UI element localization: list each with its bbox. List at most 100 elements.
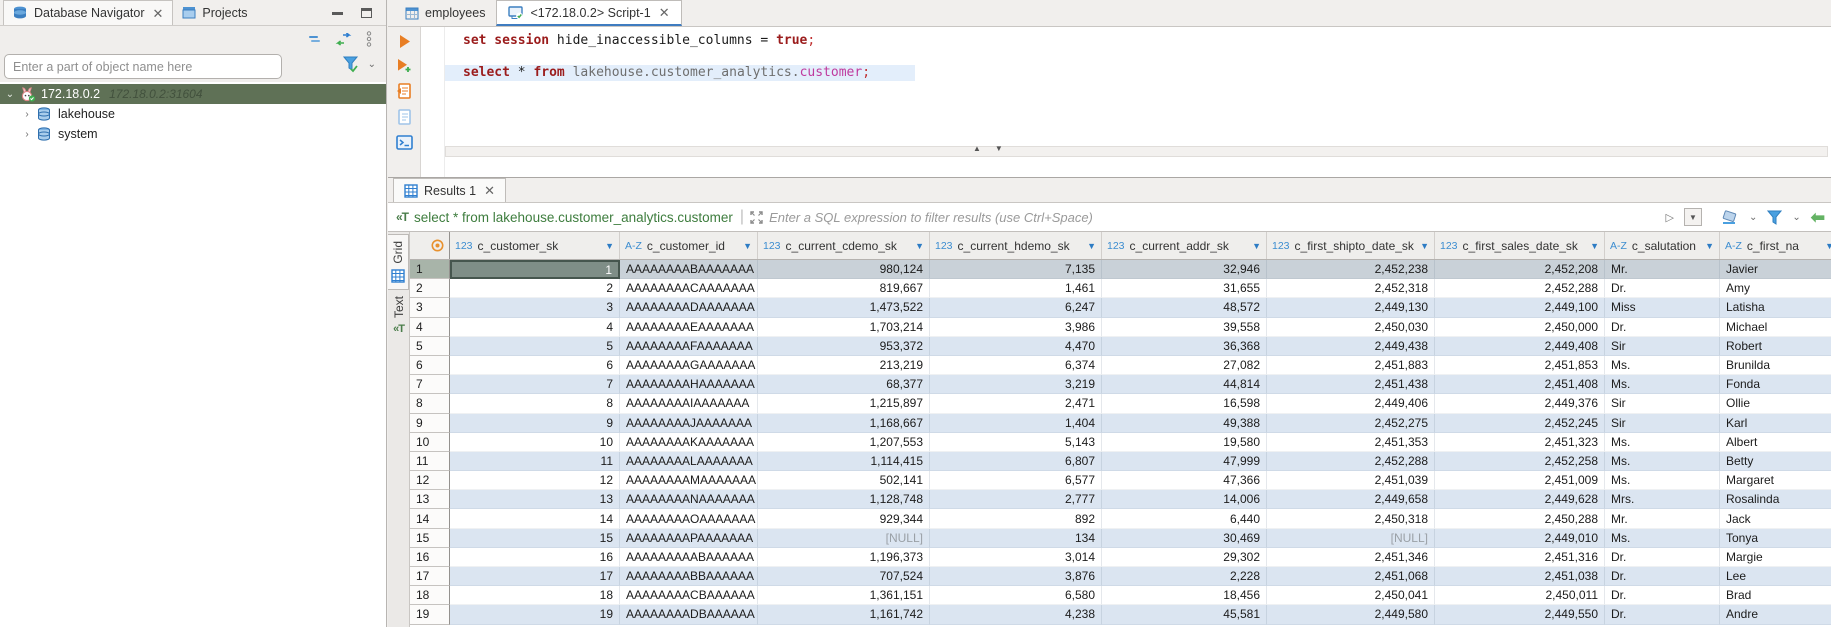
cell-c_customer_id[interactable]: AAAAAAAAGAAAAAAA bbox=[620, 356, 758, 375]
cell-c_customer_sk[interactable]: 13 bbox=[450, 490, 620, 509]
cell-c_customer_sk[interactable]: 14 bbox=[450, 509, 620, 528]
cell-c_first_sales_date_sk[interactable]: 2,451,853 bbox=[1435, 356, 1605, 375]
object-filter-input[interactable] bbox=[4, 54, 282, 79]
cell-c_first_shipto_date_sk[interactable]: 2,452,275 bbox=[1267, 414, 1435, 433]
sql-line[interactable]: select * from lakehouse.customer_analyti… bbox=[445, 65, 915, 81]
cell-c_customer_id[interactable]: AAAAAAAAPAAAAAAA bbox=[620, 529, 758, 548]
cell-c_first_na[interactable]: Albert bbox=[1720, 433, 1831, 452]
sql-code[interactable]: set session hide_inaccessible_columns = … bbox=[445, 33, 1831, 81]
cell-c_first_shipto_date_sk[interactable]: 2,451,883 bbox=[1267, 356, 1435, 375]
sql-line[interactable] bbox=[445, 49, 1831, 65]
cell-c_current_cdemo_sk[interactable]: 1,215,897 bbox=[758, 394, 930, 413]
sql-line[interactable]: set session hide_inaccessible_columns = … bbox=[445, 33, 1831, 49]
cell-c_customer_sk[interactable]: 18 bbox=[450, 586, 620, 605]
row-number[interactable]: 9 bbox=[410, 414, 450, 433]
cell-c_salutation[interactable]: Mrs. bbox=[1605, 490, 1720, 509]
cell-c_current_addr_sk[interactable]: 31,655 bbox=[1102, 279, 1267, 298]
cell-c_current_cdemo_sk[interactable]: 68,377 bbox=[758, 375, 930, 394]
cell-c_customer_id[interactable]: AAAAAAAALAAAAAAA bbox=[620, 452, 758, 471]
cell-c_current_addr_sk[interactable]: 39,558 bbox=[1102, 318, 1267, 337]
cell-c_customer_id[interactable]: AAAAAAAAFAAAAAAA bbox=[620, 337, 758, 356]
sash-up-icon[interactable]: ▲ bbox=[973, 144, 981, 153]
cell-c_salutation[interactable]: Dr. bbox=[1605, 567, 1720, 586]
cell-c_current_hdemo_sk[interactable]: 4,470 bbox=[930, 337, 1102, 356]
cell-c_customer_sk[interactable]: 3 bbox=[450, 298, 620, 317]
cell-c_current_cdemo_sk[interactable]: 819,667 bbox=[758, 279, 930, 298]
cell-c_first_shipto_date_sk[interactable]: 2,452,318 bbox=[1267, 279, 1435, 298]
execute-statement-icon[interactable] bbox=[397, 34, 412, 49]
sql-console-icon[interactable] bbox=[396, 135, 413, 150]
cell-c_customer_id[interactable]: AAAAAAAAMAAAAAAA bbox=[620, 471, 758, 490]
cell-c_first_sales_date_sk[interactable]: 2,449,376 bbox=[1435, 394, 1605, 413]
cell-c_first_shipto_date_sk[interactable]: 2,452,238 bbox=[1267, 260, 1435, 279]
cell-c_current_addr_sk[interactable]: 30,469 bbox=[1102, 529, 1267, 548]
expand-chevron-icon[interactable]: ⌄ bbox=[4, 89, 16, 100]
cell-c_first_shipto_date_sk[interactable]: 2,449,130 bbox=[1267, 298, 1435, 317]
cell-c_current_cdemo_sk[interactable]: 1,168,667 bbox=[758, 414, 930, 433]
cell-c_first_na[interactable]: Jack bbox=[1720, 509, 1831, 528]
cell-c_first_sales_date_sk[interactable]: 2,449,408 bbox=[1435, 337, 1605, 356]
cell-c_current_addr_sk[interactable]: 36,368 bbox=[1102, 337, 1267, 356]
cell-c_current_cdemo_sk[interactable]: 502,141 bbox=[758, 471, 930, 490]
cell-c_first_sales_date_sk[interactable]: 2,451,323 bbox=[1435, 433, 1605, 452]
expand-chevron-icon[interactable]: › bbox=[21, 109, 33, 120]
tree-item-172-18-0-2[interactable]: ⌄172.18.0.2172.18.0.2:31604 bbox=[0, 84, 386, 104]
cell-c_first_na[interactable]: Latisha bbox=[1720, 298, 1831, 317]
cell-c_current_hdemo_sk[interactable]: 3,219 bbox=[930, 375, 1102, 394]
cell-c_first_na[interactable]: Rosalinda bbox=[1720, 490, 1831, 509]
cell-c_current_hdemo_sk[interactable]: 4,238 bbox=[930, 605, 1102, 624]
cell-c_first_shipto_date_sk[interactable]: [NULL] bbox=[1267, 529, 1435, 548]
cell-c_customer_id[interactable]: AAAAAAAAOAAAAAAA bbox=[620, 509, 758, 528]
expand-chevron-icon[interactable]: › bbox=[21, 129, 33, 140]
cell-c_current_cdemo_sk[interactable]: 1,114,415 bbox=[758, 452, 930, 471]
row-number[interactable]: 10 bbox=[410, 433, 450, 452]
cell-c_current_cdemo_sk[interactable]: 980,124 bbox=[758, 260, 930, 279]
presentation-tab-grid[interactable]: Grid bbox=[388, 234, 409, 290]
cell-c_customer_sk[interactable]: 17 bbox=[450, 567, 620, 586]
close-icon[interactable]: ✕ bbox=[152, 7, 163, 20]
cell-c_current_hdemo_sk[interactable]: 5,143 bbox=[930, 433, 1102, 452]
cell-c_current_addr_sk[interactable]: 48,572 bbox=[1102, 298, 1267, 317]
close-icon[interactable]: ✕ bbox=[659, 6, 670, 19]
cell-c_current_hdemo_sk[interactable]: 2,777 bbox=[930, 490, 1102, 509]
cell-c_first_na[interactable]: Betty bbox=[1720, 452, 1831, 471]
filter-placeholder[interactable]: Enter a SQL expression to filter results… bbox=[769, 210, 1665, 225]
cell-c_first_sales_date_sk[interactable]: 2,451,009 bbox=[1435, 471, 1605, 490]
cell-c_salutation[interactable]: Ms. bbox=[1605, 356, 1720, 375]
cell-c_customer_id[interactable]: AAAAAAAACAAAAAAA bbox=[620, 279, 758, 298]
cell-c_current_hdemo_sk[interactable]: 6,247 bbox=[930, 298, 1102, 317]
cell-c_salutation[interactable]: Dr. bbox=[1605, 605, 1720, 624]
filter-funnel-icon[interactable] bbox=[1767, 210, 1782, 225]
row-number[interactable]: 12 bbox=[410, 471, 450, 490]
cell-c_customer_sk[interactable]: 9 bbox=[450, 414, 620, 433]
row-number[interactable]: 13 bbox=[410, 490, 450, 509]
column-header-c_current_cdemo_sk[interactable]: 123c_current_cdemo_sk▼ bbox=[758, 232, 930, 259]
cell-c_current_cdemo_sk[interactable]: 1,196,373 bbox=[758, 548, 930, 567]
cell-c_current_hdemo_sk[interactable]: 6,374 bbox=[930, 356, 1102, 375]
cell-c_salutation[interactable]: Sir bbox=[1605, 337, 1720, 356]
cell-c_first_shipto_date_sk[interactable]: 2,449,658 bbox=[1267, 490, 1435, 509]
cell-c_current_cdemo_sk[interactable]: [NULL] bbox=[758, 529, 930, 548]
cell-c_customer_sk[interactable]: 16 bbox=[450, 548, 620, 567]
cell-c_first_na[interactable]: Michael bbox=[1720, 318, 1831, 337]
cell-c_current_hdemo_sk[interactable]: 3,014 bbox=[930, 548, 1102, 567]
cell-c_customer_sk[interactable]: 5 bbox=[450, 337, 620, 356]
column-header-c_first_sales_date_sk[interactable]: 123c_first_sales_date_sk▼ bbox=[1435, 232, 1605, 259]
cell-c_first_na[interactable]: Karl bbox=[1720, 414, 1831, 433]
cell-c_customer_id[interactable]: AAAAAAAACBAAAAAA bbox=[620, 586, 758, 605]
tree-item-system[interactable]: ›system bbox=[0, 124, 386, 144]
chevron-down-icon[interactable]: ⌄ bbox=[1792, 212, 1800, 223]
presentation-tab-text[interactable]: Text «T bbox=[388, 290, 409, 341]
cell-c_customer_sk[interactable]: 15 bbox=[450, 529, 620, 548]
cell-c_first_shipto_date_sk[interactable]: 2,450,030 bbox=[1267, 318, 1435, 337]
grid-corner-cell[interactable] bbox=[410, 232, 450, 259]
cell-c_first_na[interactable]: Robert bbox=[1720, 337, 1831, 356]
cell-c_current_addr_sk[interactable]: 16,598 bbox=[1102, 394, 1267, 413]
cell-c_first_shipto_date_sk[interactable]: 2,451,039 bbox=[1267, 471, 1435, 490]
row-number[interactable]: 1 bbox=[410, 260, 450, 279]
editor-horizontal-scrollbar[interactable] bbox=[445, 146, 1828, 157]
tab-results-1[interactable]: Results 1 ✕ bbox=[393, 178, 506, 202]
tab-database-navigator[interactable]: Database Navigator ✕ bbox=[3, 0, 173, 25]
row-number[interactable]: 6 bbox=[410, 356, 450, 375]
cell-c_customer_id[interactable]: AAAAAAAAHAAAAAAA bbox=[620, 375, 758, 394]
